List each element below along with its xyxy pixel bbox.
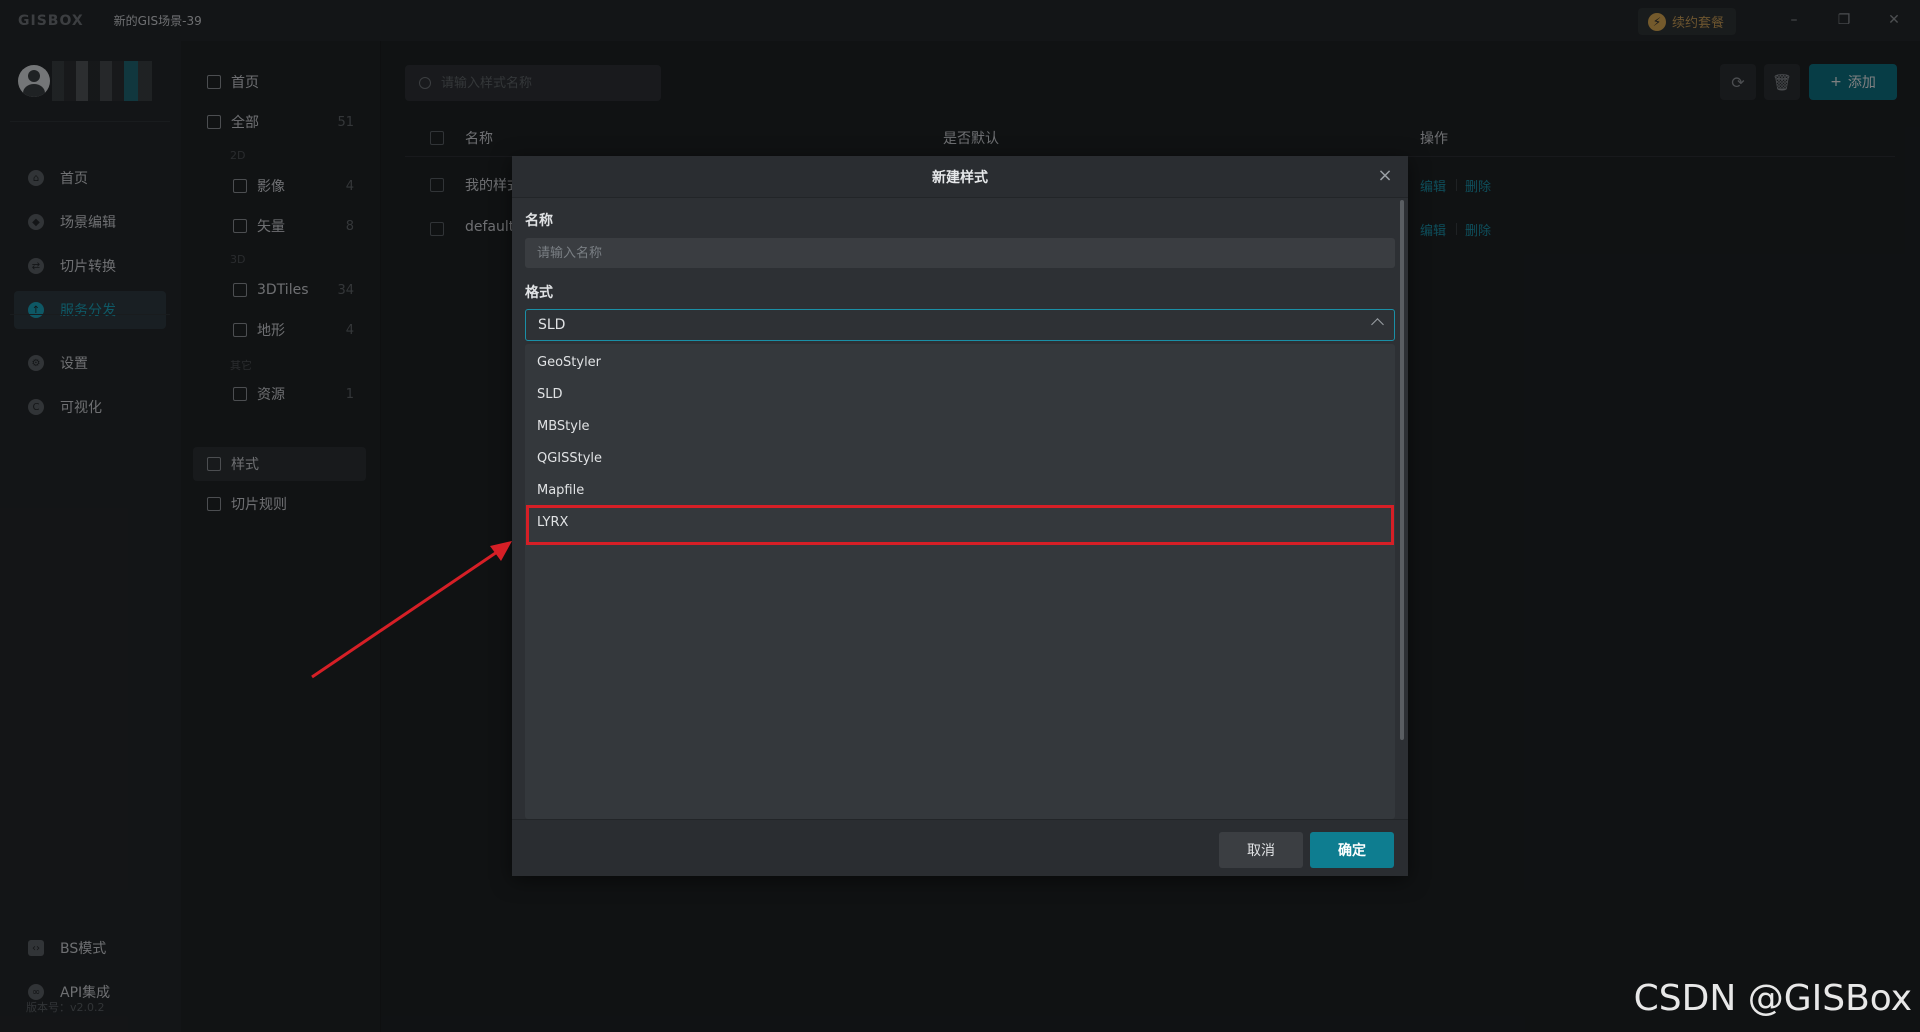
annotation-arrow (311, 541, 512, 679)
arrow-head (490, 541, 512, 561)
watermark: CSDN @GISBox (1633, 978, 1912, 1019)
arrow-line (311, 548, 501, 679)
